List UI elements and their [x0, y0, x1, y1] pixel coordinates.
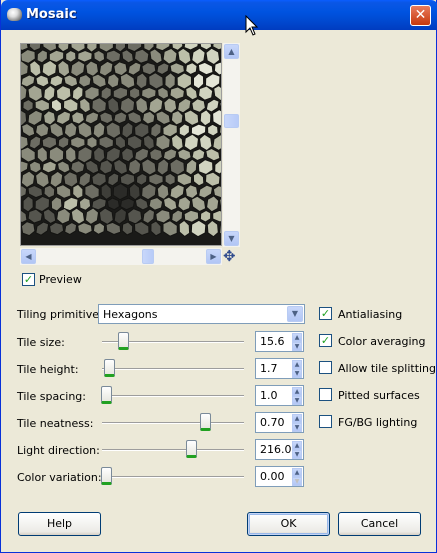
preview-vertical-scrollbar[interactable]: ▲ ▼ — [223, 43, 240, 247]
slider-label: Tile neatness: — [17, 417, 94, 430]
mosaic-dialog: Mosaic ✕ ▲ ▼ ◀ ▶ ✥ ✓ Preview Tiling prim… — [0, 0, 437, 553]
spin-down-icon[interactable]: ▼ — [292, 477, 302, 486]
mosaic-tile — [85, 60, 99, 77]
mouse-cursor-icon — [245, 15, 259, 36]
spin-down-icon[interactable]: ▼ — [292, 342, 302, 351]
mosaic-tile — [28, 160, 42, 174]
vertical-scroll-thumb[interactable] — [224, 114, 239, 128]
horizontal-scroll-thumb[interactable] — [142, 249, 154, 264]
arrow-left-icon[interactable]: ◀ — [21, 249, 36, 264]
slider-handle[interactable] — [101, 386, 112, 404]
tiling-primitives-select[interactable]: Hexagons ▼ — [98, 304, 305, 324]
help-button[interactable]: Help — [18, 512, 101, 536]
spin-up-icon[interactable]: ▲ — [292, 414, 302, 423]
navigate-icon[interactable]: ✥ — [223, 249, 236, 264]
mosaic-tile — [185, 62, 198, 76]
mosaic-tile — [164, 172, 176, 186]
mosaic-tile — [65, 49, 77, 63]
option-checkbox[interactable]: ✓ — [319, 334, 332, 347]
spin-up-icon[interactable]: ▲ — [292, 360, 302, 369]
preview-label: Preview — [39, 273, 82, 286]
slider-label: Tile height: — [17, 363, 79, 376]
option-label: Pitted surfaces — [338, 389, 420, 402]
ok-button-label: OK — [280, 517, 297, 530]
spin-up-icon[interactable]: ▲ — [292, 333, 302, 342]
slider-track[interactable] — [102, 476, 244, 478]
spin-value[interactable]: 216.0 — [260, 443, 292, 456]
mosaic-tile — [127, 158, 142, 176]
window-title: Mosaic — [26, 7, 77, 22]
mosaic-preview — [21, 44, 221, 245]
slider-spinbutton[interactable]: 1.7 ▲ ▼ — [255, 358, 304, 379]
mosaic-tile — [163, 97, 178, 114]
arrow-up-icon[interactable]: ▲ — [224, 44, 239, 59]
option-label: Color averaging — [338, 335, 426, 348]
spin-value[interactable]: 0.70 — [260, 416, 285, 429]
spin-down-icon[interactable]: ▼ — [292, 369, 302, 378]
spin-value[interactable]: 1.0 — [260, 389, 278, 402]
mosaic-tile — [128, 86, 141, 100]
option-label: Allow tile splitting — [338, 362, 437, 375]
spin-value[interactable]: 15.6 — [260, 335, 285, 348]
ok-button[interactable]: OK — [247, 512, 330, 536]
slider-spinbutton[interactable]: 0.70 ▲ ▼ — [255, 412, 304, 433]
slider-handle[interactable] — [118, 332, 130, 350]
arrow-right-icon[interactable]: ▶ — [206, 249, 221, 264]
cancel-button[interactable]: Cancel — [338, 512, 421, 536]
preview-image[interactable] — [20, 43, 222, 246]
slider-spinbutton[interactable]: 15.6 ▲ ▼ — [255, 331, 304, 352]
slider-spinbutton[interactable]: 1.0 ▲ ▼ — [255, 385, 304, 406]
mosaic-tile — [70, 136, 86, 149]
cancel-button-label: Cancel — [360, 517, 399, 530]
preview-horizontal-scrollbar[interactable]: ◀ ▶ — [20, 248, 222, 265]
spin-up-icon[interactable]: ▲ — [292, 468, 302, 477]
arrow-down-icon[interactable]: ▼ — [224, 231, 239, 246]
slider-track[interactable] — [102, 422, 244, 424]
slider-track[interactable] — [102, 395, 244, 397]
mosaic-tile — [92, 222, 106, 235]
slider-spinbutton[interactable]: 216.0 ▲ ▼ — [255, 439, 304, 460]
slider-label: Tile spacing: — [17, 390, 86, 403]
option-checkbox[interactable]: ✓ — [319, 307, 332, 320]
spin-value[interactable]: 1.7 — [260, 362, 278, 375]
spin-up-icon[interactable]: ▲ — [292, 441, 302, 450]
slider-track[interactable] — [102, 449, 244, 451]
slider-track[interactable] — [102, 368, 244, 370]
chevron-down-icon[interactable]: ▼ — [287, 306, 303, 322]
mosaic-tile — [191, 148, 206, 162]
spin-down-icon[interactable]: ▼ — [292, 450, 302, 459]
slider-handle[interactable] — [186, 440, 198, 458]
slider-label: Color variation: — [17, 471, 102, 484]
option-checkbox[interactable] — [319, 388, 332, 401]
tiling-primitives-label: Tiling primitives: — [17, 308, 109, 321]
option-checkbox[interactable] — [319, 415, 332, 428]
mosaic-tile — [86, 135, 98, 149]
slider-spinbutton[interactable]: 0.00 ▲ ▼ — [255, 466, 304, 487]
spin-down-icon[interactable]: ▼ — [292, 423, 302, 432]
spin-up-icon[interactable]: ▲ — [292, 387, 302, 396]
option-label: FG/BG lighting — [338, 416, 418, 429]
mosaic-tile — [206, 123, 219, 137]
option-checkbox[interactable] — [319, 361, 332, 374]
slider-label: Tile size: — [17, 336, 65, 349]
spin-down-icon[interactable]: ▼ — [292, 396, 302, 405]
mosaic-tile — [141, 86, 157, 100]
gimp-icon — [7, 8, 22, 21]
mosaic-tile — [22, 99, 34, 112]
slider-label: Light direction: — [17, 444, 100, 457]
option-label: Antialiasing — [338, 308, 403, 321]
close-button[interactable]: ✕ — [410, 5, 431, 26]
slider-handle[interactable] — [101, 467, 112, 485]
spin-value[interactable]: 0.00 — [260, 470, 285, 483]
mosaic-tile — [148, 172, 164, 186]
slider-handle[interactable] — [103, 359, 115, 377]
preview-checkbox[interactable]: ✓ — [22, 273, 35, 286]
title-bar[interactable]: Mosaic ✕ — [1, 0, 437, 30]
help-button-label: Help — [46, 517, 73, 530]
tiling-primitives-value: Hexagons — [103, 308, 158, 321]
slider-handle[interactable] — [200, 413, 212, 431]
